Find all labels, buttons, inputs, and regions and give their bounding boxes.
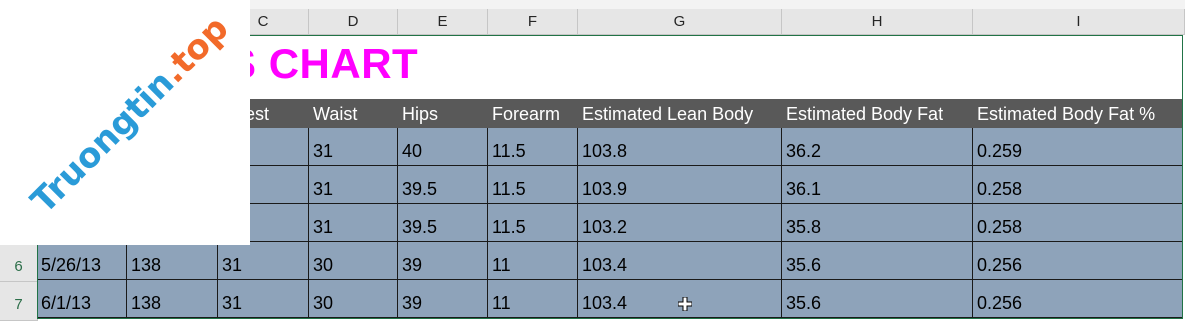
- cell-waist[interactable]: 30: [309, 280, 398, 318]
- cell-hips[interactable]: 39: [398, 242, 488, 280]
- cell-forearm[interactable]: 11.5: [488, 166, 578, 204]
- header-forearm[interactable]: Forearm: [488, 99, 578, 128]
- spreadsheet: C D E F G H I 6 7 ROGRESS CHART est Wais…: [0, 0, 1185, 321]
- header-hips[interactable]: Hips: [398, 99, 488, 128]
- cell-body-fat-pct[interactable]: 0.256: [973, 242, 1183, 280]
- cell-forearm[interactable]: 11: [488, 242, 578, 280]
- watermark-text-main: Truongtin: [23, 62, 183, 222]
- cell-lean-body[interactable]: 103.4: [578, 242, 782, 280]
- column-header-g[interactable]: G: [578, 9, 782, 34]
- cell-waist[interactable]: 30: [309, 242, 398, 280]
- cell-weight[interactable]: 138: [127, 242, 218, 280]
- cell-body-fat[interactable]: 36.2: [782, 128, 973, 166]
- watermark: Truongtin.top: [0, 0, 250, 245]
- cell-body-fat[interactable]: 35.6: [782, 280, 973, 318]
- cell-lean-body[interactable]: 103.8: [578, 128, 782, 166]
- cell-cursor-icon: [678, 297, 692, 311]
- header-chest[interactable]: est: [241, 99, 311, 128]
- cell-chest[interactable]: 31: [218, 242, 309, 280]
- cell-date[interactable]: 6/1/13: [37, 280, 127, 318]
- table-row: 5/26/13 138 31 30 39 11 103.4 35.6 0.256: [37, 242, 1183, 280]
- cell-weight[interactable]: 138: [127, 280, 218, 318]
- watermark-text: Truongtin.top: [0, 0, 250, 245]
- column-header-h[interactable]: H: [782, 9, 973, 34]
- cell-body-fat[interactable]: 36.1: [782, 166, 973, 204]
- cell-hips[interactable]: 39.5: [398, 204, 488, 242]
- column-header-i[interactable]: I: [973, 9, 1185, 34]
- header-body-fat[interactable]: Estimated Body Fat: [782, 99, 973, 128]
- cell-waist[interactable]: 31: [309, 166, 398, 204]
- header-body-fat-pct[interactable]: Estimated Body Fat %: [973, 99, 1183, 128]
- cell-chest[interactable]: 31: [218, 280, 309, 318]
- header-lean-body[interactable]: Estimated Lean Body: [578, 99, 782, 128]
- cell-forearm[interactable]: 11: [488, 280, 578, 318]
- column-header-f[interactable]: F: [488, 9, 578, 34]
- cell-waist[interactable]: 31: [309, 128, 398, 166]
- cell-date[interactable]: 5/26/13: [37, 242, 127, 280]
- cell-body-fat[interactable]: 35.6: [782, 242, 973, 280]
- table-row: 6/1/13 138 31 30 39 11 103.4 35.6 0.256: [37, 280, 1183, 318]
- cell-lean-body[interactable]: 103.2: [578, 204, 782, 242]
- cell-body-fat-pct[interactable]: 0.256: [973, 280, 1183, 318]
- cell-hips[interactable]: 40: [398, 128, 488, 166]
- row-header-6[interactable]: 6: [0, 244, 37, 282]
- cell-forearm[interactable]: 11.5: [488, 204, 578, 242]
- cell-body-fat-pct[interactable]: 0.259: [973, 128, 1183, 166]
- cell-lean-body[interactable]: 103.9: [578, 166, 782, 204]
- cell-body-fat[interactable]: 35.8: [782, 204, 973, 242]
- cell-body-fat-pct[interactable]: 0.258: [973, 204, 1183, 242]
- row-header-7[interactable]: 7: [0, 282, 37, 321]
- cell-forearm[interactable]: 11.5: [488, 128, 578, 166]
- header-waist[interactable]: Waist: [309, 99, 398, 128]
- column-header-d[interactable]: D: [309, 9, 398, 34]
- column-header-e[interactable]: E: [398, 9, 488, 34]
- cell-body-fat-pct[interactable]: 0.258: [973, 166, 1183, 204]
- cell-hips[interactable]: 39: [398, 280, 488, 318]
- cell-waist[interactable]: 31: [309, 204, 398, 242]
- cell-hips[interactable]: 39.5: [398, 166, 488, 204]
